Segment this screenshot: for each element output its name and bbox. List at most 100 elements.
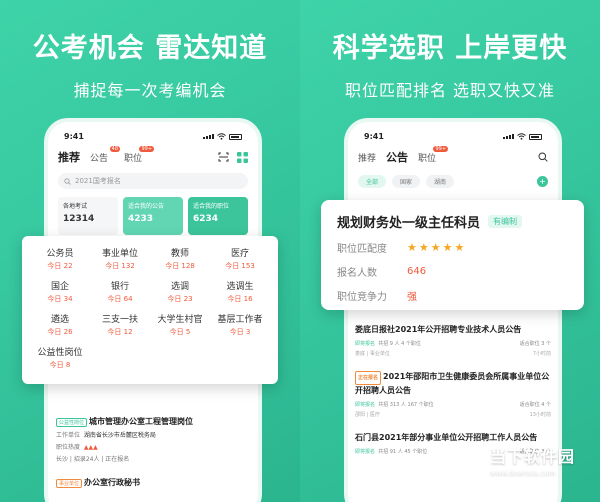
star-rating-icon: ★★★★★ xyxy=(407,241,467,254)
notice-title: 娄底日报社2021年公开招聘专业技术人员公告 xyxy=(355,325,522,334)
notice-title: 2021年邵阳市卫生健康委员会所属事业单位公开招聘人员公告 xyxy=(355,372,550,395)
flame-icon: ▲ xyxy=(93,444,98,451)
notice-fit: 适合职位 4 个 xyxy=(519,402,551,408)
tab-position-label: 职位 xyxy=(418,153,437,164)
category-count: 今日 34 xyxy=(47,295,73,303)
top-tabs: 推荐 公告 职位 99+ xyxy=(348,141,558,165)
category-item[interactable]: 医疗 今日 153 xyxy=(210,246,270,279)
category-item[interactable]: 选调今日 23 xyxy=(150,279,210,312)
tab-position[interactable]: 职位 99+ xyxy=(418,145,449,164)
notice-status: 即将报名 xyxy=(355,449,376,455)
job-listing[interactable]: 公益性岗位 城市管理办公室工程管理岗位 工作单位 湖南省长沙市岳麓区税务局 职位热… xyxy=(56,416,256,488)
tab-recommend[interactable]: 推荐 xyxy=(358,151,376,164)
notice-status: 即将报名 xyxy=(355,341,376,347)
category-count: 今日 128 xyxy=(165,262,195,270)
category-item[interactable]: 三支一扶 今日 12 xyxy=(90,312,150,345)
status-bar: 9:41 xyxy=(348,122,558,141)
tab-position-label: 职位 xyxy=(124,153,143,164)
category-item[interactable]: 事业单位 今日 132 xyxy=(90,246,150,279)
card-suitable-positions[interactable]: 适合我的职位 6234 xyxy=(188,197,248,235)
category-item[interactable]: 基层工作者 今日 3 xyxy=(210,312,270,345)
category-item[interactable]: 公务员今日 22 xyxy=(30,246,90,279)
notice-title: 石门县2021年部分事业单位公开招聘工作人员公告 xyxy=(355,433,538,442)
category-name: 大学生村官 xyxy=(157,315,203,325)
notice-tag: 正在报名 xyxy=(355,371,382,385)
wifi-icon xyxy=(517,133,526,140)
notice-status: 即将报名 xyxy=(355,402,376,408)
notice-count: 共招 9 人 4 个职位 xyxy=(378,341,421,347)
card-value: 6234 xyxy=(193,214,219,224)
category-name: 公务员 xyxy=(46,249,74,259)
notice-area: 娄底 | 事业单位 xyxy=(355,351,390,357)
search-input[interactable]: 2021国考报名 xyxy=(58,173,248,189)
top-tabs: 推荐 公告 48 职位 99+ xyxy=(48,141,258,165)
category-name: 选调生 xyxy=(226,282,254,292)
tab-notice[interactable]: 公告 48 xyxy=(90,145,121,164)
status-bar: 9:41 xyxy=(48,122,258,141)
list-item[interactable]: 正在报名 2021年邵阳市卫生健康委员会所属事业单位公开招聘人员公告 即将报名 共… xyxy=(355,371,551,418)
applicants-label: 报名人数 xyxy=(337,268,377,279)
category-item[interactable]: 公益性岗位 今日 8 xyxy=(30,345,90,378)
left-subline: 捕捉每一次考编机会 xyxy=(73,81,227,100)
category-name: 基层工作者 xyxy=(217,315,263,325)
tab-position[interactable]: 职位 99+ xyxy=(124,145,155,164)
category-item[interactable]: 教师今日 128 xyxy=(150,246,210,279)
category-count: 今日 12 xyxy=(107,328,133,336)
applicants-value: 646 xyxy=(407,266,427,277)
category-name: 银行 xyxy=(110,282,129,292)
listing-title-2: 办公室行政秘书 xyxy=(84,478,141,487)
card-label: 各地考试 xyxy=(63,203,88,210)
category-name: 国企 xyxy=(50,282,69,292)
watermark-text: 当下软件园 xyxy=(490,447,576,466)
category-count: 今日 153 xyxy=(225,262,255,270)
card-label: 适合我的公告 xyxy=(128,203,165,210)
tab-recommend[interactable]: 推荐 xyxy=(58,149,80,165)
tab-position-badge: 99+ xyxy=(139,145,155,152)
category-name: 选调 xyxy=(170,282,189,292)
chip-national[interactable]: 国家 xyxy=(392,175,421,188)
status-time: 9:41 xyxy=(64,132,84,141)
card-label: 适合我的职位 xyxy=(193,203,230,210)
grid-menu-icon[interactable] xyxy=(237,151,248,163)
notice-fit: 适合职位 3 个 xyxy=(519,341,551,347)
category-count: 今日 26 xyxy=(47,328,73,336)
category-item[interactable]: 银行今日 64 xyxy=(90,279,150,312)
listing-tag-2: 事业单位 xyxy=(56,479,83,488)
category-item[interactable]: 选调生今日 16 xyxy=(210,279,270,312)
competition-label: 职位竞争力 xyxy=(337,292,387,303)
unit-value: 湖南省长沙市岳麓区税务局 xyxy=(83,432,156,439)
category-count: 今日 8 xyxy=(49,361,71,369)
tab-notice[interactable]: 公告 xyxy=(386,149,408,165)
category-item[interactable]: 国企今日 34 xyxy=(30,279,90,312)
chip-all[interactable]: 全部 xyxy=(358,175,387,188)
list-item[interactable]: 娄底日报社2021年公开招聘专业技术人员公告 即将报名 共招 9 人 4 个职位… xyxy=(355,324,551,357)
job-detail-card[interactable]: 规划财务处一级主任科员 有编制 职位匹配度 ★★★★★ 报名人数 646 职位竞争力 强 xyxy=(321,200,584,310)
card-value: 4233 xyxy=(128,214,154,224)
card-suitable-notices[interactable]: 适合我的公告 4233 xyxy=(123,197,183,235)
search-icon[interactable] xyxy=(538,152,548,162)
card-value: 12314 xyxy=(63,214,95,224)
category-item[interactable]: 大学生村官 今日 5 xyxy=(150,312,210,345)
listing-title: 城市管理办公室工程管理岗位 xyxy=(89,417,194,426)
watermark: 当下软件园 www.downxia.com xyxy=(452,448,575,482)
category-item[interactable]: 遴选今日 26 xyxy=(30,312,90,345)
watermark-logo-icon xyxy=(452,448,486,482)
tab-position-badge: 99+ xyxy=(433,145,449,152)
right-subline: 职位匹配排名 选职又快又准 xyxy=(344,81,556,100)
left-headline: 公考机会 雷达知道 xyxy=(32,33,268,64)
category-count: 今日 64 xyxy=(107,295,133,303)
card-local-exams[interactable]: 各地考试 12314 xyxy=(58,197,118,235)
category-name: 遴选 xyxy=(50,315,69,325)
category-name: 教师 xyxy=(170,249,189,259)
signal-icon xyxy=(203,134,214,139)
tab-notice-label: 公告 xyxy=(90,153,109,164)
chip-hunan[interactable]: 湖南 xyxy=(426,175,455,188)
category-count: 今日 22 xyxy=(47,262,73,270)
notice-area: 邵阳 | 医疗 xyxy=(355,412,380,418)
category-count: 今日 16 xyxy=(227,295,253,303)
tab-notice-badge: 48 xyxy=(109,145,121,152)
category-count: 今日 23 xyxy=(167,295,193,303)
notice-count: 共招 91 人 45 个职位 xyxy=(378,449,428,455)
scan-icon[interactable] xyxy=(218,152,229,162)
add-icon[interactable]: + xyxy=(537,176,548,187)
